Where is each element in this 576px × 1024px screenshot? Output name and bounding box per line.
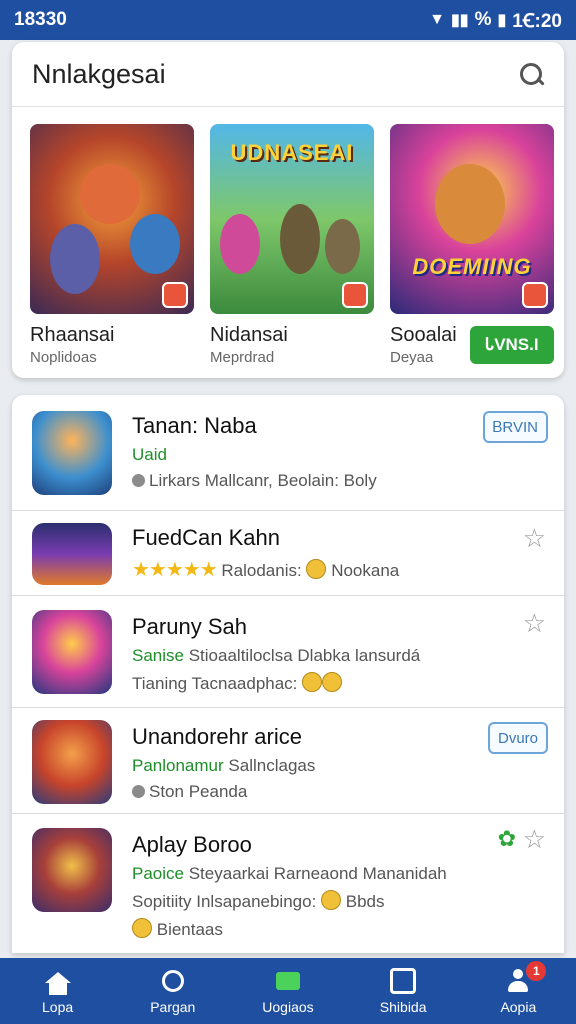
status-bar: 18330 ▼ ▮▮ % ▮ 1Ꞓ:20	[0, 0, 576, 40]
app-subtitle: Paoice Steyaarkai Rarneaond Mananidah	[132, 864, 447, 883]
featured-art[interactable]: DOEMIING	[390, 124, 554, 314]
install-button[interactable]: ᏓVNS.I	[470, 326, 554, 364]
app-subtitle: Uaid	[132, 445, 167, 464]
header-bar: Nnlakgesai	[12, 42, 564, 107]
chat-icon	[132, 785, 145, 798]
app-icon[interactable]	[32, 523, 112, 585]
app-meta: ★★★★★ Ralodanis: Nookana	[132, 559, 400, 581]
tag-button[interactable]: Dvuro	[487, 722, 548, 754]
status-icons: ▼ ▮▮ % ▮ 1Ꞓ:20	[429, 7, 562, 33]
nav-label: Aopia	[500, 999, 537, 1015]
featured-card: Nnlakgesai Rhaansai Noplidoas UDNASEAI N…	[12, 42, 564, 378]
nav-label: Pargan	[150, 999, 196, 1015]
featured-art[interactable]: UDNASEAI	[210, 124, 374, 314]
app-icon[interactable]	[32, 411, 112, 495]
app-icon[interactable]	[32, 720, 112, 804]
featured-art-title: UDNASEAI	[230, 140, 354, 165]
nav-account[interactable]: Aopia 1	[468, 961, 568, 1015]
featured-badge	[162, 282, 188, 308]
app-title: Unandorehr arice	[132, 724, 302, 749]
featured-art[interactable]	[30, 124, 194, 314]
featured-item[interactable]: DOEMIING Sooalai Deyaa ᏓVNS.I	[390, 124, 554, 366]
battery-percent: %	[474, 9, 492, 30]
page-title: Nnlakgesai	[32, 58, 166, 89]
app-meta: Ston Peanda	[132, 782, 504, 802]
notification-badge: 1	[526, 961, 547, 981]
app-title: Tanan: Naba	[132, 413, 257, 438]
app-subtitle: Panlonamur Sallnclagas	[132, 756, 316, 775]
rating-stars: ★★★★★	[132, 559, 218, 581]
tag-button[interactable]: ᏴRVIN	[482, 411, 548, 443]
nav-label: Shibida	[379, 999, 427, 1015]
app-subtitle: Sanise Stioaaltiloclsa Dlabka lansurdá	[132, 646, 421, 665]
gear-icon[interactable]: ✿	[498, 826, 516, 852]
featured-badge	[522, 282, 548, 308]
featured-sub: Deyaa	[390, 349, 434, 366]
home-icon	[44, 971, 71, 995]
apps-icon	[390, 968, 417, 994]
games-icon	[275, 972, 300, 990]
star-outline-icon[interactable]: ☆	[523, 824, 546, 855]
featured-item[interactable]: UDNASEAI Nidansai Meprdrad	[210, 124, 374, 366]
emoji-icon	[302, 672, 323, 692]
app-list: Tanan: Naba Uaid Lirkars Mallcanr, Beola…	[12, 395, 564, 953]
search-icon	[161, 970, 184, 992]
featured-badge	[342, 282, 368, 308]
list-item[interactable]: Tanan: Naba Uaid Lirkars Mallcanr, Beola…	[12, 395, 564, 511]
status-time-right: 1Ꞓ:20	[512, 11, 562, 32]
bottom-nav: Lopa Pargan Uogiaos Shibida Aopia 1	[0, 958, 576, 1024]
app-meta: Tianing Tacnaadphac:	[132, 672, 524, 694]
featured-name: Nidansai	[210, 324, 288, 346]
signal-icon: ▮▮	[450, 12, 469, 29]
emoji-icon	[306, 559, 327, 579]
emoji-icon	[321, 890, 342, 910]
featured-carousel[interactable]: Rhaansai Noplidoas UDNASEAI Nidansai Mep…	[30, 124, 554, 366]
featured-sub: Noplidoas	[30, 349, 97, 366]
list-item[interactable]: FuedCan Kahn ★★★★★ Ralodanis: Nookana ☆	[12, 511, 564, 596]
app-title: Paruny Sah	[132, 614, 247, 639]
app-icon[interactable]	[32, 610, 112, 694]
wifi-icon: ▼	[429, 11, 445, 28]
nav-home[interactable]: Lopa	[8, 967, 108, 1015]
app-icon[interactable]	[32, 828, 112, 912]
nav-label: Uogiaos	[262, 999, 314, 1015]
status-time-left: 18330	[14, 9, 67, 30]
list-item[interactable]: Unandorehr arice Panlonamur Sallnclagas …	[12, 708, 564, 814]
featured-name: Sooalai	[390, 324, 457, 346]
nav-games[interactable]: Uogiaos	[238, 967, 338, 1015]
emoji-icon	[132, 918, 152, 938]
featured-art-title: DOEMIING	[412, 254, 532, 279]
featured-name: Rhaansai	[30, 324, 115, 346]
list-item[interactable]: Paruny Sah Sanise Stioaaltiloclsa Dlabka…	[12, 596, 564, 708]
star-outline-icon[interactable]: ☆	[523, 608, 546, 639]
nav-label: Lopa	[42, 999, 74, 1015]
nav-apps[interactable]: Shibida	[353, 967, 453, 1015]
search-icon[interactable]	[518, 61, 545, 87]
info-icon	[132, 474, 145, 487]
list-item[interactable]: Aplay Boroo Paoice Steyaarkai Rarneaond …	[12, 814, 564, 953]
app-title: FuedCan Kahn	[132, 525, 280, 550]
featured-sub: Meprdrad	[210, 349, 275, 366]
star-outline-icon[interactable]: ☆	[523, 523, 546, 554]
emoji-icon	[322, 672, 343, 692]
app-meta: Bientaas	[132, 918, 534, 940]
featured-item[interactable]: Rhaansai Noplidoas	[30, 124, 194, 366]
app-title: Aplay Boroo	[132, 832, 252, 857]
battery-icon: ▮	[497, 12, 507, 29]
app-meta: Lirkars Mallcanr, Beolain: Boly	[132, 471, 504, 491]
nav-search[interactable]: Pargan	[123, 967, 223, 1015]
app-meta: Sopitiity Inlsapanebingo: Bbds	[132, 890, 385, 911]
